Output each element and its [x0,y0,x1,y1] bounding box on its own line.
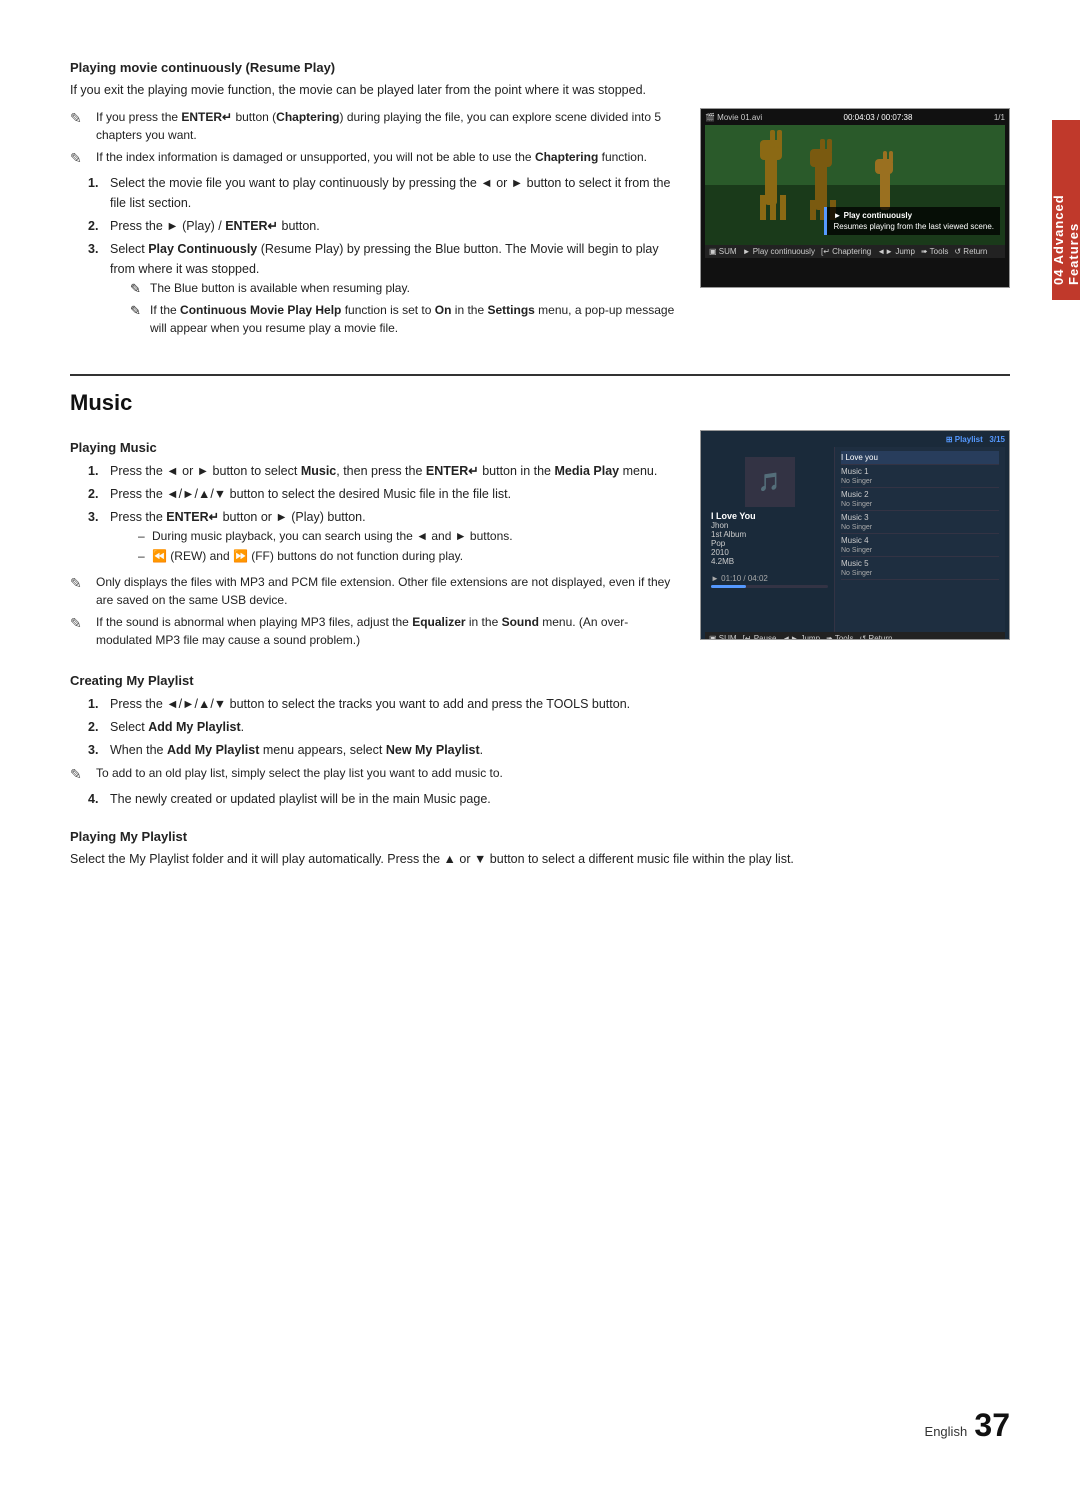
music-two-col: Playing Music 1. Press the ◄ or ► button… [70,430,1010,653]
side-tab: 04 Advanced Features [1052,120,1080,300]
movie-screenshot: 🎬 Movie 01.avi 00:04:03 / 00:07:38 1/1 [700,108,1010,288]
music-list-item-5: Music 4No Singer [841,534,999,557]
resume-step-1: 1. Select the movie file you want to pla… [88,173,680,213]
movie-content: ► Play continuously Resumes playing from… [705,125,1005,245]
playlist-note-icon-1: ✎ [70,764,92,785]
dash-notes: – During music playback, you can search … [138,527,513,565]
movie-toolbar: ▣ SUM ► Play continuously [↵ Chaptering … [705,245,1005,258]
dash-note-1: – During music playback, you can search … [138,527,513,545]
resume-two-col: ✎ If you press the ENTER↵ button (Chapte… [70,108,1010,345]
movie-timecode: 00:04:03 / 00:07:38 [844,113,913,122]
dialog-text: Resumes playing from the last viewed sce… [833,222,994,231]
resume-steps: 1. Select the movie file you want to pla… [88,173,680,341]
resume-note-2: ✎ If the index information is damaged or… [70,148,680,169]
progress-bar-outer [711,585,828,588]
resume-step-3: 3. Select Play Continuously (Resume Play… [88,239,680,341]
size: 4.2MB [711,557,828,566]
music-list-item-6: Music 5No Singer [841,557,999,580]
playlist-step-1: 1. Press the ◄/►/▲/▼ button to select th… [88,694,1010,714]
playlist-note-1-text: To add to an old play list, simply selec… [96,764,1010,782]
resume-dialog: ► Play continuously Resumes playing from… [824,207,1000,235]
genre: Pop [711,539,828,548]
music-right-panel: I Love you Music 1No Singer Music 2No Si… [835,447,1005,632]
year: 2010 [711,548,828,557]
playlist-note-1: ✎ To add to an old play list, simply sel… [70,764,1010,785]
progress-bar-inner [711,585,746,588]
page-container: 04 Advanced Features Playing movie conti… [0,0,1080,1494]
resume-note-1: ✎ If you press the ENTER↵ button (Chapte… [70,108,680,144]
music-progress: ► 01:10 / 04:02 [711,574,828,588]
music-toolbar: ▣ SUM [↵ Pause ◄► Jump ➠ Tools ↺ Return [705,632,1005,640]
side-tab-label: 04 Advanced Features [1051,135,1080,285]
playlist-steps: 1. Press the ◄/►/▲/▼ button to select th… [88,694,1010,760]
resume-col-right: 🎬 Movie 01.avi 00:04:03 / 00:07:38 1/1 [700,108,1010,345]
resume-sub-note-2: ✎ If the Continuous Movie Play Help func… [130,301,680,337]
music-section: Music [70,374,1010,416]
dash-note-2: – ⏪ (REW) and ⏩ (FF) buttons do not func… [138,547,513,565]
resume-note-1-text: If you press the ENTER↵ button (Chapteri… [96,108,680,144]
playlist-step-4: 4. The newly created or updated playlist… [88,789,1010,809]
music-note-2-text: If the sound is abnormal when playing MP… [96,613,680,649]
resume-section: Playing movie continuously (Resume Play)… [70,60,1010,344]
playlist-step-3: 3. When the Add My Playlist menu appears… [88,740,1010,760]
music-step-2: 2. Press the ◄/►/▲/▼ button to select th… [88,484,680,504]
music-list-item-1: I Love you [841,451,999,465]
page-number: 37 [974,1407,1010,1443]
music-note-icon-1: ✎ [70,573,92,594]
music-note-icon-2: ✎ [70,613,92,634]
music-steps: 1. Press the ◄ or ► button to select Mus… [88,461,680,567]
song-title: I Love You [711,511,828,521]
resume-col-left: ✎ If you press the ENTER↵ button (Chapte… [70,108,680,345]
artist: Jhon [711,521,828,530]
movie-filename: 🎬 Movie 01.avi [705,113,762,122]
music-list-item-2: Music 1No Singer [841,465,999,488]
resume-sub-note-1: ✎ The Blue button is available when resu… [130,279,680,299]
music-step-3: 3. Press the ENTER↵ button or ► (Play) b… [88,507,680,567]
music-screenshot-inner: 🎵 I Love You Jhon 1st Album Pop 2010 4.2… [705,447,1005,632]
playing-playlist-text: Select the My Playlist folder and it wil… [70,850,1010,869]
music-list-item-4: Music 3No Singer [841,511,999,534]
music-info: I Love You Jhon 1st Album Pop 2010 4.2MB [711,511,828,566]
resume-step-2: 2. Press the ► (Play) / ENTER↵ button. [88,216,680,236]
playlist-header: ⊞ Playlist 3/15 [705,435,1005,444]
playlist-step-2: 2. Select Add My Playlist. [88,717,1010,737]
music-left-panel: 🎵 I Love You Jhon 1st Album Pop 2010 4.2… [705,447,835,632]
resume-note-2-text: If the index information is damaged or u… [96,148,680,166]
note-icon-1: ✎ [70,108,92,129]
playing-playlist-section: Playing My Playlist Select the My Playli… [70,829,1010,869]
music-list-item-3: Music 2No Singer [841,488,999,511]
music-screenshot: ⊞ Playlist 3/15 🎵 I Love You Jhon 1st Al… [700,430,1010,640]
music-note-1: ✎ Only displays the files with MP3 and P… [70,573,680,609]
playing-music-title: Playing Music [70,440,680,455]
movie-counter: 1/1 [994,113,1005,122]
dialog-title: ► Play continuously [833,211,994,220]
screenshot-header: 🎬 Movie 01.avi 00:04:03 / 00:07:38 1/1 [705,113,1005,122]
page-footer: English 37 [925,1407,1010,1444]
music-step-1: 1. Press the ◄ or ► button to select Mus… [88,461,680,481]
resume-section-title: Playing movie continuously (Resume Play) [70,60,1010,75]
music-note-2: ✎ If the sound is abnormal when playing … [70,613,680,649]
album: 1st Album [711,530,828,539]
music-col-left: Playing Music 1. Press the ◄ or ► button… [70,430,680,653]
creating-playlist-title: Creating My Playlist [70,673,1010,688]
english-label: English [925,1424,968,1439]
progress-time: ► 01:10 / 04:02 [711,574,828,583]
resume-intro: If you exit the playing movie function, … [70,81,1010,100]
creating-playlist-section: Creating My Playlist 1. Press the ◄/►/▲/… [70,673,1010,809]
music-col-right: ⊞ Playlist 3/15 🎵 I Love You Jhon 1st Al… [700,430,1010,653]
music-title: Music [70,390,1010,416]
playing-playlist-title: Playing My Playlist [70,829,1010,844]
music-thumbnail: 🎵 [745,457,795,507]
note-icon-2: ✎ [70,148,92,169]
music-note-1-text: Only displays the files with MP3 and PCM… [96,573,680,609]
